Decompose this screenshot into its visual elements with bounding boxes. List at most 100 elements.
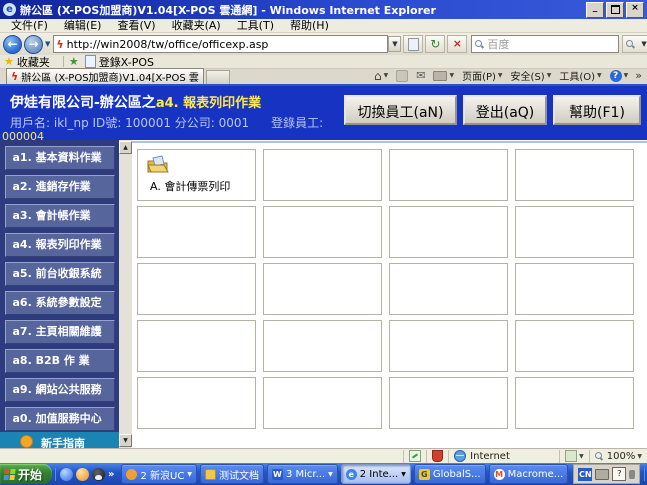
minimize-button[interactable]: _ (586, 1, 604, 18)
new-tab-button[interactable] (206, 70, 230, 84)
gauge-icon (409, 450, 422, 462)
search-watermark: 百度 (487, 38, 510, 51)
task-button-ie[interactable]: e 2 Inte... ▼ (340, 464, 411, 484)
grid-cell[interactable] (263, 320, 382, 372)
refresh-button[interactable]: ↻ (425, 35, 446, 53)
sidebar-item-a5[interactable]: a5. 前台收銀系統 (4, 262, 115, 286)
grid-cell[interactable] (389, 377, 508, 429)
address-input[interactable]: ϟ http://win2008/tw/office/officexp.asp (53, 35, 389, 53)
task-button-globalscape[interactable]: G GlobalS... (413, 464, 486, 484)
search-options-caret-icon[interactable]: ▼ (641, 40, 646, 48)
language-indicator[interactable]: CN (578, 467, 593, 481)
scroll-down-icon[interactable]: ▼ (119, 434, 132, 447)
guide-icon (20, 435, 33, 448)
scroll-up-icon[interactable]: ▲ (119, 141, 132, 154)
sidebar-item-a7[interactable]: a7. 主頁相關維護 (4, 320, 115, 344)
sidebar-item-a3[interactable]: a3. 會計帳作業 (4, 204, 115, 228)
ime-options-icon[interactable] (629, 469, 636, 479)
search-input[interactable]: 百度 (471, 35, 620, 53)
help-menu-button[interactable]: ? ▼ (606, 69, 633, 82)
task-label: Macrome... (507, 468, 564, 480)
printer-tray-icon[interactable] (595, 468, 610, 480)
close-button[interactable]: × (626, 1, 644, 18)
protected-mode-pane[interactable]: ▼ (559, 449, 589, 463)
grid-cell[interactable] (137, 377, 256, 429)
grid-cell[interactable] (389, 149, 508, 201)
grid-cell[interactable] (389, 206, 508, 258)
print-button[interactable]: ▼ (429, 70, 458, 81)
grid-cell[interactable] (515, 263, 634, 315)
logout-button[interactable]: 登出(aQ) (463, 95, 547, 125)
stop-button[interactable]: × (447, 35, 468, 53)
sidebar-item-a1[interactable]: a1. 基本資料作業 (4, 146, 115, 170)
start-button[interactable]: 开始 (0, 464, 53, 484)
address-dropdown-button[interactable]: ▼ (388, 36, 402, 52)
menu-view[interactable]: 查看(V) (109, 19, 163, 32)
grid-cell[interactable] (389, 320, 508, 372)
url-text[interactable]: http://win2008/tw/office/officexp.asp (67, 38, 386, 51)
title-bar: e 辦公區 (X-POS加盟商)V1.04[X-POS 雲通網] - Windo… (0, 0, 647, 19)
task-button-sina-uc[interactable]: 2 新浪UC ▼ (121, 464, 197, 484)
page-menu-button[interactable]: 页面(P) ▼ (458, 68, 506, 83)
safety-menu-button[interactable]: 安全(S) ▼ (507, 68, 556, 83)
print-caret-icon[interactable]: ▼ (449, 72, 454, 79)
help-button[interactable]: 幫助(F1) (553, 95, 641, 125)
task-button-word[interactable]: W 3 Micr... ▼ (266, 464, 338, 484)
sidebar-item-a0[interactable]: a0. 加值服務中心 (4, 407, 115, 431)
sidebar-item-a2[interactable]: a2. 進銷存作業 (4, 175, 115, 199)
menu-file[interactable]: 文件(F) (3, 19, 56, 32)
zoom-control[interactable]: 100% ▼ (588, 449, 647, 463)
tools-menu-button[interactable]: 工具(O) ▼ (555, 68, 605, 83)
quick-launch-overflow-icon[interactable]: » (108, 469, 114, 480)
grid-cell[interactable] (515, 377, 634, 429)
sidebar-item-a9[interactable]: a9. 網站公共服務 (4, 378, 115, 402)
read-mail-button[interactable]: ✉ (412, 69, 429, 82)
grid-cell[interactable]: A. 會計傳票列印 (137, 149, 256, 201)
refresh-icon: ↻ (430, 37, 441, 51)
grid-cell[interactable] (263, 206, 382, 258)
add-favorite-icon[interactable]: ★ (69, 55, 79, 68)
grid-cell[interactable] (137, 263, 256, 315)
menu-tools[interactable]: 工具(T) (229, 19, 282, 32)
grid-item-label[interactable]: A. 會計傳票列印 (150, 178, 230, 194)
grid-cell[interactable] (263, 149, 382, 201)
quick-launch-qq-icon[interactable] (92, 467, 106, 481)
help-tray-icon[interactable]: ? (612, 467, 627, 481)
grid-cell[interactable] (515, 206, 634, 258)
command-overflow-button[interactable]: » (632, 69, 645, 82)
forward-button[interactable]: → (24, 34, 43, 54)
search-go-button[interactable]: ▼ (622, 35, 647, 53)
grid-cell[interactable] (137, 206, 256, 258)
restore-button[interactable] (606, 1, 624, 18)
home-button[interactable]: ⌂ ▼ (370, 69, 392, 83)
grid-cell[interactable] (263, 377, 382, 429)
sidebar-item-a6[interactable]: a6. 系統參數設定 (4, 291, 115, 315)
grid-cell[interactable] (389, 263, 508, 315)
favorite-page-icon (84, 55, 96, 68)
tab-active[interactable]: ϟ 辦公區 (X-POS加盟商)V1.04[X-POS 雲通網] (6, 68, 204, 84)
recent-pages-caret-icon[interactable]: ▼ (45, 40, 50, 48)
back-button[interactable]: ← (3, 34, 22, 54)
quick-launch-uc-icon[interactable] (76, 467, 90, 481)
sidebar-item-a4[interactable]: a4. 報表列印作業 (4, 233, 115, 257)
feeds-button[interactable] (392, 69, 412, 82)
tab-bar: ϟ 辦公區 (X-POS加盟商)V1.04[X-POS 雲通網] ⌂▼ ✉ ▼ … (0, 68, 647, 86)
task-button-macromedia[interactable]: M Macrome... (488, 464, 569, 484)
grid-cell[interactable] (263, 263, 382, 315)
grid-cell[interactable] (515, 320, 634, 372)
task-button-test-docs[interactable]: 测试文档 (199, 464, 264, 484)
grid-cell[interactable] (515, 149, 634, 201)
menu-edit[interactable]: 编辑(E) (56, 19, 110, 32)
home-caret-icon[interactable]: ▼ (384, 72, 389, 79)
sidebar-scrollbar[interactable]: ▲ ▼ (119, 140, 132, 448)
feed-icon (396, 69, 409, 82)
grid-cell[interactable] (137, 320, 256, 372)
sidebar-footer-guide[interactable]: 新手指南 (0, 432, 119, 448)
sidebar-item-a8[interactable]: a8. B2B 作 業 (4, 349, 115, 373)
divider (62, 56, 64, 67)
quick-launch-messenger-icon[interactable] (60, 467, 74, 481)
menu-favorites[interactable]: 收藏夹(A) (164, 19, 229, 32)
switch-employee-button[interactable]: 切換員工(aN) (344, 95, 457, 125)
compatibility-view-button[interactable] (403, 35, 424, 53)
menu-help[interactable]: 帮助(H) (282, 19, 337, 32)
